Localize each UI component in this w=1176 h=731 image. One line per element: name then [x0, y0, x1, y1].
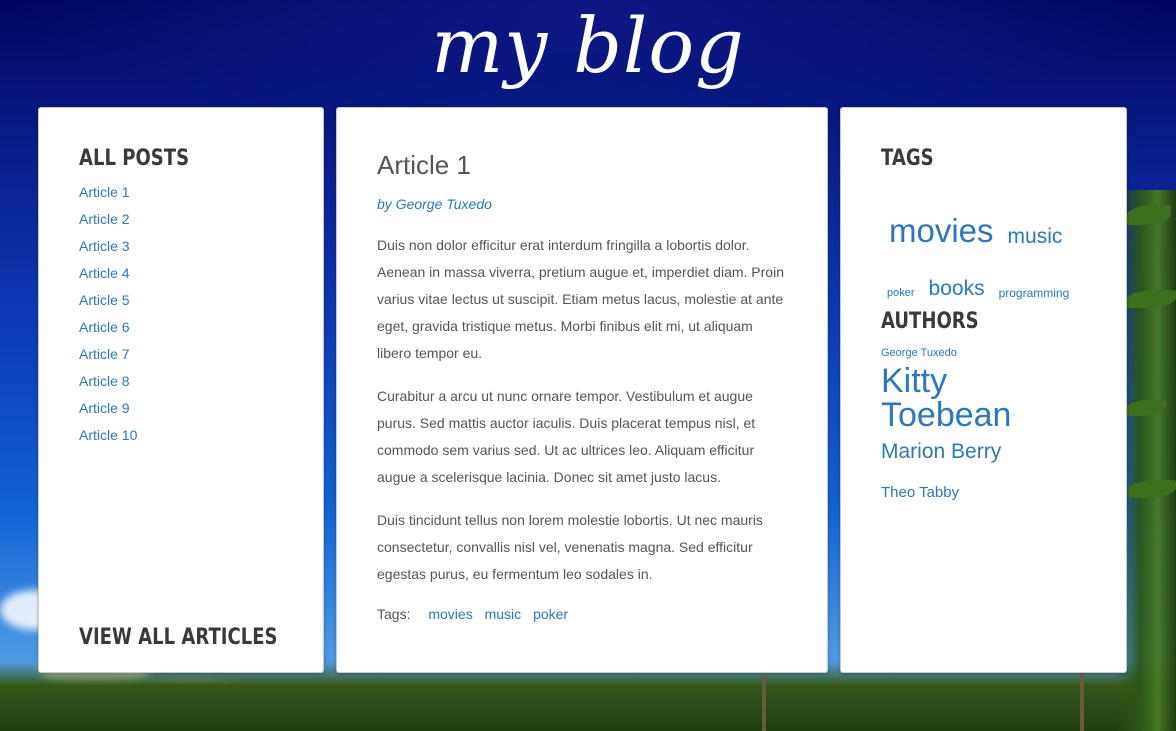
tag-cloud-books[interactable]: books [929, 278, 985, 299]
site-title: my blog [431, 1, 745, 90]
post-link-9[interactable]: Article 9 [79, 400, 130, 416]
article-author-link[interactable]: by George Tuxedo [377, 196, 492, 212]
view-all-articles-link[interactable]: VIEW ALL ARTICLES [79, 625, 278, 650]
author-list: George Tuxedo Kitty Toebean Marion Berry… [881, 344, 1086, 510]
post-link-7[interactable]: Article 7 [79, 346, 130, 362]
tag-cloud-movies[interactable]: movies [889, 214, 994, 247]
tag-cloud-music[interactable]: music [1008, 226, 1063, 247]
author-link-theo-tabby[interactable]: Theo Tabby [881, 485, 959, 500]
article-tag-music[interactable]: music [485, 606, 522, 622]
tags-heading: TAGS [881, 146, 934, 171]
post-link-5[interactable]: Article 5 [79, 292, 130, 308]
author-link-marion-berry[interactable]: Marion Berry [881, 441, 1001, 462]
post-link-3[interactable]: Article 3 [79, 238, 130, 254]
tag-cloud-programming[interactable]: programming [999, 287, 1070, 299]
post-list: Article 1 Article 2 Article 3 Article 4 … [79, 179, 283, 449]
author-link-kitty-toebean[interactable]: Kitty Toebean [881, 364, 1086, 432]
tag-cloud: movies music poker books programming [881, 185, 1086, 305]
article-paragraph: Duis tincidunt tellus non lorem molestie… [377, 512, 763, 582]
post-link-2[interactable]: Article 2 [79, 211, 130, 227]
article-tags: Tags: movies music poker [377, 606, 787, 622]
post-link-6[interactable]: Article 6 [79, 319, 130, 335]
tags-label: Tags: [377, 606, 411, 622]
article-title: Article 1 [377, 150, 471, 180]
post-link-8[interactable]: Article 8 [79, 373, 130, 389]
authors-heading: AUTHORS [881, 309, 979, 334]
sidebar-panel: TAGS movies music poker books programmin… [840, 107, 1127, 673]
all-posts-heading: ALL POSTS [79, 146, 190, 171]
article-panel: Article 1 by George Tuxedo Duis non dolo… [336, 107, 828, 673]
article-paragraph: Duis non dolor efficitur erat interdum f… [377, 237, 784, 361]
article-tag-poker[interactable]: poker [533, 606, 568, 622]
article-tag-movies[interactable]: movies [428, 606, 472, 622]
article-paragraph: Curabitur a arcu ut nunc ornare tempor. … [377, 388, 756, 485]
post-link-4[interactable]: Article 4 [79, 265, 130, 281]
all-posts-panel: ALL POSTS Article 1 Article 2 Article 3 … [38, 107, 324, 673]
post-link-10[interactable]: Article 10 [79, 427, 137, 443]
tag-cloud-poker[interactable]: poker [887, 288, 915, 299]
author-link-george-tuxedo[interactable]: George Tuxedo [881, 347, 957, 359]
post-link-1[interactable]: Article 1 [79, 184, 130, 200]
